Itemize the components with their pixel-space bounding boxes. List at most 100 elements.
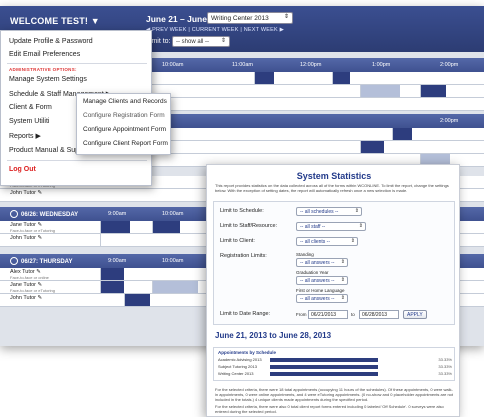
stats-description: This report provides statistics on the d… (215, 183, 449, 193)
summary-paragraph: For the selected criteria, there were al… (215, 404, 444, 414)
booked-slot[interactable] (124, 294, 150, 306)
booked-slot[interactable] (100, 221, 130, 233)
menu-client-forms[interactable]: Client & Form (9, 104, 52, 111)
limit-client-label: Limit to Client: (220, 238, 255, 244)
booked-slot[interactable] (100, 268, 124, 280)
chart-row-pct: 33.33% (438, 364, 452, 369)
language-label: First or Home Language (296, 288, 345, 293)
standing-select[interactable]: -- all answers -- ⇕ (296, 258, 348, 267)
time-label: 1:00pm (372, 62, 391, 68)
booked-slot[interactable] (420, 85, 446, 97)
day-label: 06/27: THURSDAY (10, 257, 72, 265)
limit-staff-select[interactable]: -- all staff -- ⇕ (296, 222, 366, 231)
welcome-menu-toggle[interactable]: WELCOME TEST! ▼ (10, 16, 100, 26)
menu-divider (7, 63, 147, 64)
limit-select-value: -- show all -- (176, 39, 210, 45)
booked-slot[interactable] (332, 72, 350, 84)
submenu-config-appointment[interactable]: Configure Appointment Form (83, 126, 166, 133)
chart-row: Academic Advising 2013 33.33% (218, 357, 452, 363)
menu-manage-system[interactable]: Manage System Settings (9, 76, 87, 83)
clock-icon (10, 257, 18, 265)
tutor-name[interactable]: John Tutor ✎ (10, 235, 42, 241)
select-arrows-icon: ⇕ (350, 238, 355, 244)
graduation-year-select[interactable]: -- all answers -- ⇕ (296, 276, 348, 285)
week-navigation[interactable]: ◀ PREV WEEK | CURRENT WEEK | NEXT WEEK ▶ (146, 27, 284, 33)
limit-select[interactable]: -- show all -- ⇕ (172, 36, 230, 47)
clock-icon (10, 210, 18, 218)
booked-slot[interactable] (360, 141, 384, 153)
date-to-input[interactable]: 06/28/2013 (359, 310, 399, 319)
booked-slot[interactable] (100, 281, 124, 293)
chart-title: Appointments by Schedule (218, 350, 277, 355)
booked-slot[interactable] (254, 72, 274, 84)
time-label: 9:00am (108, 211, 127, 217)
time-label: 2:00pm (440, 62, 459, 68)
tutor-name[interactable]: John Tutor ✎ (10, 295, 42, 301)
submenu-manage-clients[interactable]: Manage Clients and Records (83, 98, 167, 105)
standing-value: -- all answers -- (300, 260, 335, 266)
tutor-name[interactable]: John Tutor ✎ (10, 190, 42, 196)
limit-client-value: -- all clients -- (300, 239, 331, 245)
schedule-select[interactable]: Writing Center 2013 ⇕ (207, 12, 293, 24)
menu-section-admin: ADMINISTRATIVE OPTIONS: (9, 67, 77, 72)
select-arrows-icon: ⇕ (354, 208, 359, 214)
submenu-config-registration[interactable]: Configure Registration Form (83, 112, 165, 119)
date-from-input[interactable]: 06/21/2013 (308, 310, 348, 319)
time-label: 2:00pm (440, 118, 459, 124)
limit-staff-label: Limit to Staff/Resource: (220, 223, 278, 229)
menu-edit-email[interactable]: Edit Email Preferences (9, 51, 80, 58)
time-slot[interactable] (150, 72, 210, 84)
limit-schedule-select[interactable]: -- all schedules -- ⇕ (296, 207, 362, 216)
time-slot[interactable] (152, 281, 198, 293)
limit-staff-value: -- all staff -- (300, 224, 326, 230)
day-label: 06/26: WEDNESDAY (10, 210, 78, 218)
report-range-title: June 21, 2013 to June 28, 2013 (215, 331, 332, 340)
submenu-config-client-report[interactable]: Configure Client Report Form (83, 140, 168, 147)
select-arrows-icon: ⇕ (220, 38, 226, 44)
chart-row-pct: 33.33% (438, 371, 452, 376)
time-label: 12:00pm (300, 62, 322, 68)
menu-update-profile[interactable]: Update Profile & Password (9, 38, 93, 45)
time-label: 10:00am (162, 211, 184, 217)
chart-row-pct: 33.33% (438, 357, 452, 362)
chart-row-label: Writing Center 2013 (218, 371, 254, 376)
menu-divider (7, 160, 147, 161)
chart-bar (270, 365, 378, 369)
time-slot[interactable] (100, 234, 150, 246)
report-summary: For the selected criteria, there were 18… (215, 387, 453, 414)
chart-row-label: Subject Tutoring 2013 (218, 364, 257, 369)
menu-logout[interactable]: Log Out (9, 166, 36, 173)
graduation-year-label: Graduation Year (296, 270, 329, 275)
time-slot[interactable] (360, 85, 400, 97)
standing-label: Standing (296, 252, 314, 257)
select-arrows-icon: ⇕ (340, 259, 345, 265)
booked-slot[interactable] (392, 128, 412, 140)
chart-bar (270, 372, 378, 376)
time-label: 9:00am (108, 258, 127, 264)
tutor-subtitle: Face-to-face or eTutoring (10, 288, 55, 293)
select-arrows-icon: ⇕ (358, 223, 363, 229)
date-to-label: to (351, 312, 355, 317)
booked-slot[interactable] (152, 221, 180, 233)
appointments-chart: Appointments by Schedule Academic Advisi… (213, 347, 455, 381)
date-range-label: Limit to Date Range: (220, 311, 271, 317)
time-label: 10:00am (162, 258, 184, 264)
limit-schedule-value: -- all schedules -- (300, 209, 339, 215)
chart-row-label: Academic Advising 2013 (218, 357, 262, 362)
tutor-subtitle: Face-to-face or eTutoring (10, 228, 55, 233)
select-arrows-icon: ⇕ (340, 277, 345, 283)
day-label-text: 06/27: THURSDAY (21, 259, 73, 265)
limit-client-select[interactable]: -- all clients -- ⇕ (296, 237, 358, 246)
summary-paragraph: For the selected criteria, there were 18… (215, 387, 453, 402)
apply-button[interactable]: APPLY (403, 310, 427, 319)
time-label: 11:00am (232, 62, 253, 68)
day-label-text: 06/26: WEDNESDAY (21, 212, 79, 218)
graduation-year-value: -- all answers -- (300, 278, 335, 284)
date-from-label: From (296, 312, 307, 317)
menu-reports[interactable]: Reports ▶ (9, 132, 41, 140)
stats-filter-form: Limit to Schedule: -- all schedules -- ⇕ … (213, 201, 455, 325)
select-arrows-icon: ⇕ (283, 14, 289, 20)
client-forms-submenu: Manage Clients and Records Configure Reg… (76, 93, 171, 155)
language-select[interactable]: -- all answers -- ⇕ (296, 294, 348, 303)
menu-system-utilities[interactable]: System Utiliti (9, 118, 49, 125)
